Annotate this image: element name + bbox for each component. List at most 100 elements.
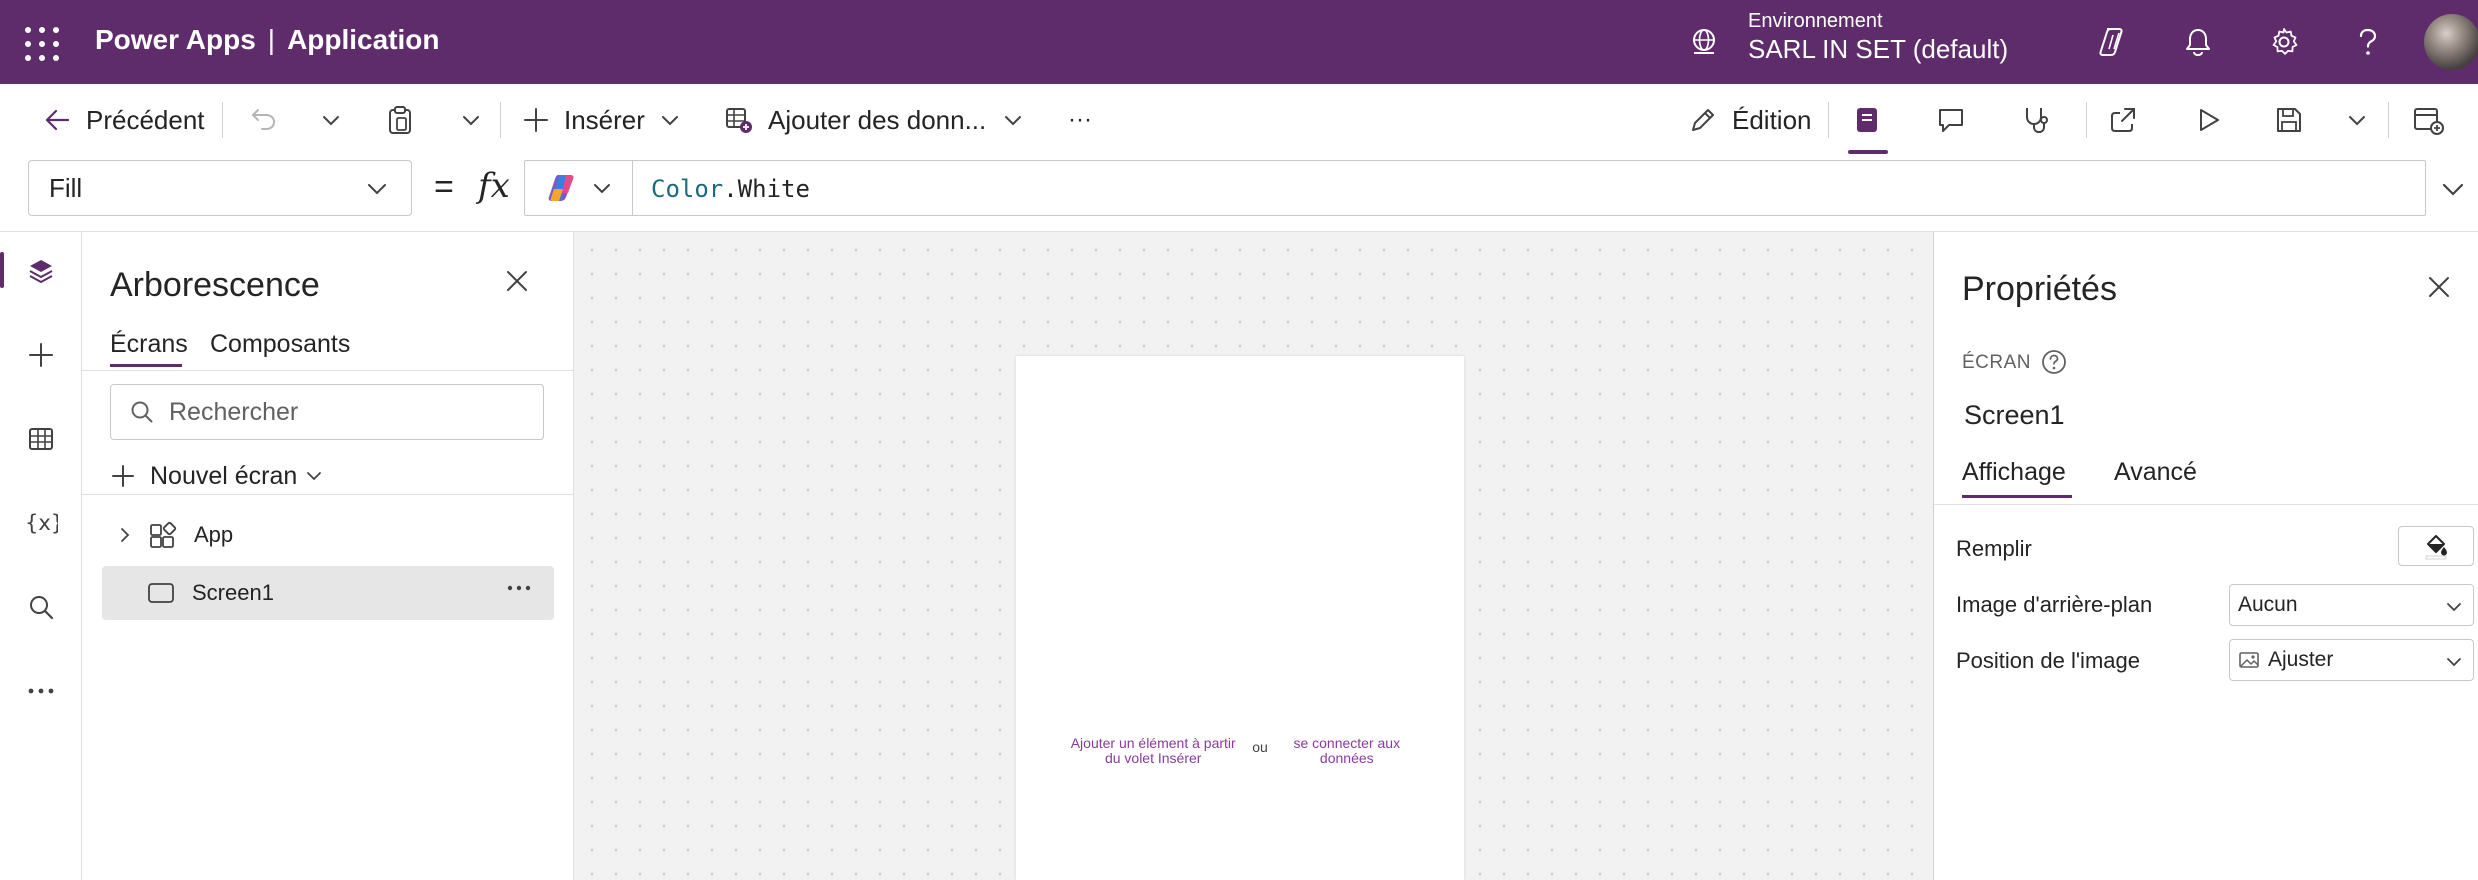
tree-search-input[interactable] <box>169 393 529 431</box>
paste-dropdown[interactable] <box>460 84 482 156</box>
tab-components[interactable]: Composants <box>210 330 350 359</box>
image-icon <box>2239 652 2259 668</box>
app-icon <box>150 521 177 548</box>
divider <box>500 102 501 138</box>
variables-icon: {x} <box>25 511 58 535</box>
chevron-down-icon <box>463 116 479 126</box>
rail-data[interactable] <box>0 404 82 474</box>
share-icon <box>2111 108 2135 132</box>
edit-mode-button[interactable]: Édition <box>1688 84 1812 156</box>
background-image-label: Image d'arrière-plan <box>1956 592 2153 617</box>
undo-icon <box>252 109 275 130</box>
tree-item-label: App <box>194 522 234 547</box>
comments-button[interactable] <box>1936 84 1966 156</box>
comment-icon <box>1939 109 1963 132</box>
formula-input[interactable]: Color.White <box>524 160 2426 216</box>
back-button[interactable]: Précédent <box>42 84 205 156</box>
search-icon <box>129 399 155 425</box>
tab-active-underline <box>110 364 182 367</box>
tree-item-screen1[interactable]: Screen1 <box>102 566 554 620</box>
chevron-right-icon[interactable] <box>116 526 134 544</box>
publish-icon <box>2414 108 2444 135</box>
fill-label: Remplir <box>1956 536 2032 561</box>
product-name[interactable]: Power Apps <box>95 24 256 55</box>
design-canvas[interactable]: Ajouter un élément à partir du volet Ins… <box>574 232 1933 880</box>
equals-sign: = <box>434 168 454 206</box>
close-icon <box>2429 277 2449 297</box>
insert-label: Insérer <box>564 104 645 135</box>
tree-item-label: Screen1 <box>192 580 274 605</box>
plus-icon <box>29 343 53 367</box>
copilot-formula-button[interactable] <box>525 161 633 215</box>
formula-member: .White <box>723 175 810 203</box>
undo-button[interactable] <box>250 84 278 156</box>
hint-or: ou <box>1252 739 1268 755</box>
insert-pane-link[interactable]: Ajouter un élément à partir du volet Ins… <box>1068 736 1238 766</box>
tab-screens[interactable]: Écrans <box>110 330 188 359</box>
help-icon[interactable] <box>2040 348 2068 376</box>
copilot-icon[interactable] <box>2094 22 2134 62</box>
save-dropdown[interactable] <box>2346 84 2368 156</box>
property-value: Fill <box>49 172 83 203</box>
pencil-icon <box>1692 109 1714 131</box>
help-icon[interactable] <box>2348 22 2388 62</box>
publish-button[interactable] <box>2412 84 2444 156</box>
insert-button[interactable]: Insérer <box>522 84 681 156</box>
tab-advanced[interactable]: Avancé <box>2114 458 2197 487</box>
tree-item-app[interactable]: App <box>102 508 554 562</box>
gear-icon[interactable] <box>2264 22 2304 62</box>
paste-button[interactable] <box>386 84 414 156</box>
rail-variables[interactable]: {x} <box>0 488 82 558</box>
globe-icon[interactable] <box>1688 26 1720 58</box>
app-checker-icon <box>2026 108 2048 134</box>
formula-text[interactable]: Color.White <box>651 175 810 203</box>
rail-insert[interactable] <box>0 320 82 390</box>
rail-search[interactable] <box>0 572 82 642</box>
environment-value[interactable]: SARL IN SET (default) <box>1748 34 2008 65</box>
rail-more[interactable] <box>0 656 82 726</box>
fx-icon: fx <box>478 166 510 206</box>
expand-formula-button[interactable] <box>2440 176 2466 202</box>
app-checker-button[interactable] <box>2020 84 2050 156</box>
tree-view-title: Arborescence <box>110 266 320 304</box>
paste-icon <box>389 106 411 134</box>
app-name[interactable]: Application <box>287 24 439 55</box>
connect-data-link[interactable]: se connecter aux données <box>1282 736 1412 766</box>
more-icon <box>28 688 54 694</box>
share-button[interactable] <box>2108 84 2138 156</box>
fill-color-picker[interactable] <box>2398 526 2474 566</box>
waffle-icon[interactable] <box>20 22 60 62</box>
rail-tree-view[interactable] <box>0 236 82 306</box>
bell-icon[interactable] <box>2178 22 2218 62</box>
tab-display[interactable]: Affichage <box>1962 458 2066 487</box>
tree-view-toggle[interactable] <box>1852 84 1882 156</box>
undo-dropdown[interactable] <box>320 84 342 156</box>
control-name[interactable]: Screen1 <box>1964 400 2065 431</box>
image-position-dropdown[interactable]: Ajuster <box>2229 639 2474 681</box>
add-data-icon <box>726 108 752 133</box>
add-data-button[interactable]: Ajouter des donn... <box>724 84 1024 156</box>
chevron-down-icon <box>1005 116 1022 126</box>
layers-icon <box>29 260 53 283</box>
divider <box>222 102 223 138</box>
save-icon <box>2277 108 2301 132</box>
user-avatar[interactable] <box>2424 14 2478 70</box>
save-button[interactable] <box>2274 84 2304 156</box>
preview-button[interactable] <box>2194 84 2222 156</box>
property-selector[interactable]: Fill <box>28 160 412 216</box>
back-arrow-icon <box>45 109 70 131</box>
background-image-dropdown[interactable]: Aucun <box>2229 584 2474 626</box>
chevron-down-icon <box>368 184 386 195</box>
background-image-value: Aucun <box>2238 593 2298 616</box>
chevron-down-icon <box>2447 603 2461 612</box>
more-commands-button[interactable]: ··· <box>1068 84 1092 156</box>
close-tree-view-button[interactable] <box>504 268 530 294</box>
screen-preview[interactable]: Ajouter un élément à partir du volet Ins… <box>1016 356 1464 880</box>
new-screen-button[interactable]: Nouvel écran <box>110 454 323 498</box>
formula-bar: Fill = fx Color.White <box>0 156 2478 232</box>
tree-search-box[interactable] <box>110 384 544 440</box>
new-screen-label: Nouvel écran <box>150 461 298 490</box>
tree-item-more-button[interactable] <box>506 584 532 592</box>
environment-label[interactable]: Environnement <box>1748 10 1883 33</box>
close-properties-button[interactable] <box>2426 274 2452 300</box>
